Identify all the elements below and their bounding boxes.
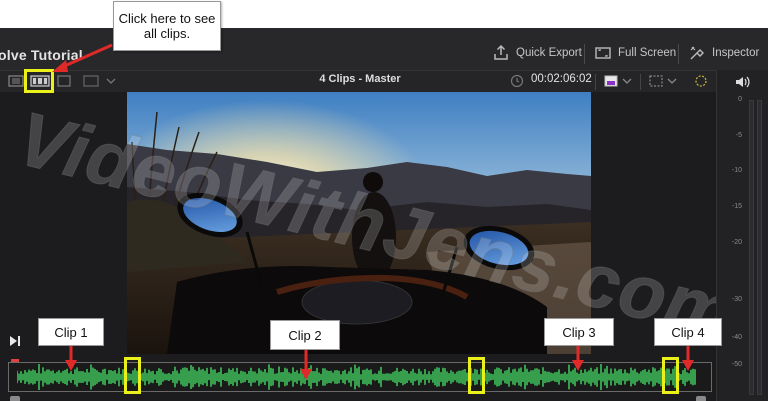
clip-4-label: Clip 4 <box>654 318 722 346</box>
clip-1-label: Clip 1 <box>38 318 104 346</box>
all-clips-callout: Click here to see all clips. <box>113 1 221 51</box>
clip-2-label: Clip 2 <box>270 320 340 350</box>
annotation-arrows <box>52 43 694 380</box>
clip-3-label: Clip 3 <box>544 318 614 346</box>
